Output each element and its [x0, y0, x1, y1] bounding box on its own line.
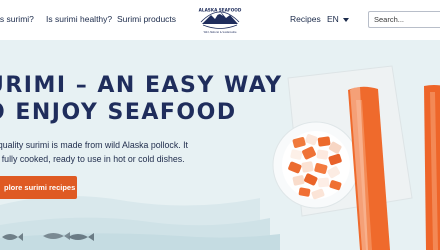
- hero-headline: URIMI – AN EASY WAY O ENJOY SEAFOOD: [0, 72, 283, 126]
- logo-tagline: Wild, Natural & Sustainable: [204, 31, 237, 34]
- hero-description-line-2: es fully cooked, ready to use in hot or …: [0, 154, 185, 164]
- top-navigation: is surimi? Is surimi healthy? Surimi pro…: [0, 0, 440, 40]
- logo-text: ALASKA SEAFOOD: [199, 8, 242, 13]
- surimi-plate: [272, 65, 413, 217]
- language-label: EN: [327, 14, 339, 24]
- nav-link-recipes[interactable]: Recipes: [290, 14, 321, 24]
- hero-section: URIMI – AN EASY WAY O ENJOY SEAFOOD n-qu…: [0, 40, 440, 250]
- surimi-stick: [424, 85, 440, 250]
- hero-description: n-quality surimi is made from wild Alask…: [0, 138, 188, 166]
- chevron-down-icon: [342, 17, 349, 22]
- hero-headline-line-2: O ENJOY SEAFOOD: [0, 100, 237, 125]
- search-input[interactable]: [368, 11, 440, 28]
- language-selector[interactable]: EN: [327, 14, 349, 24]
- nav-link-surimi-products[interactable]: Surimi products: [117, 14, 176, 24]
- alaska-seafood-logo[interactable]: ALASKA SEAFOOD Wild, Natural & Sustainab…: [197, 4, 243, 36]
- hero-description-line-1: n-quality surimi is made from wild Alask…: [0, 140, 188, 150]
- nav-link-is-surimi-healthy[interactable]: Is surimi healthy?: [46, 14, 112, 24]
- nav-link-what-is-surimi[interactable]: is surimi?: [0, 14, 34, 24]
- explore-recipes-button[interactable]: plore surimi recipes: [0, 176, 77, 199]
- hero-headline-line-1: URIMI – AN EASY WAY: [0, 73, 283, 98]
